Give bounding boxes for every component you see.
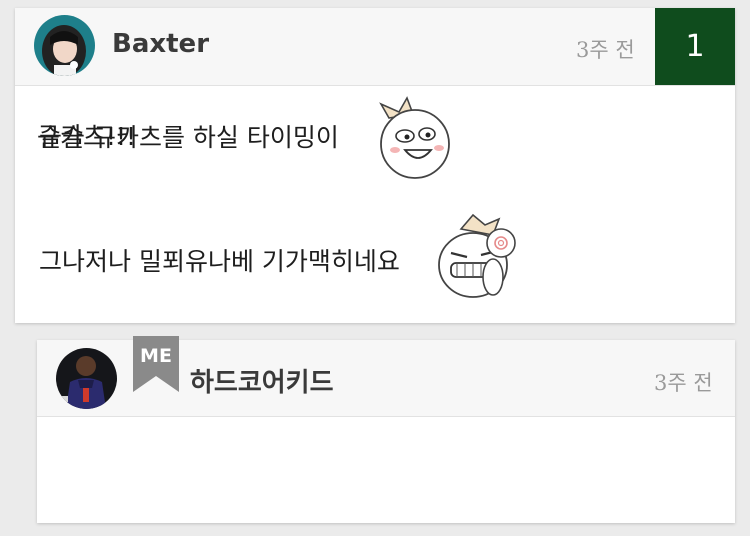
laughing-face-emoticon bbox=[427, 205, 523, 305]
reply-text: 규카츠!!! bbox=[37, 122, 137, 151]
avatar-image bbox=[34, 15, 95, 76]
grinning-face-emoticon bbox=[373, 92, 453, 182]
like-count-badge[interactable]: 1 bbox=[655, 8, 735, 85]
username[interactable]: Baxter bbox=[112, 29, 209, 59]
timestamp: 3주 전 bbox=[654, 371, 713, 395]
username[interactable]: 하드코어키드 bbox=[190, 362, 334, 399]
comment-line: 그나저나 밀푀유나베 기가맥히네요 bbox=[39, 247, 400, 276]
avatar-image bbox=[56, 348, 117, 409]
author-me-badge: ME bbox=[133, 336, 181, 394]
comment-header: Baxter 3주 전 1 bbox=[15, 8, 735, 86]
timestamp: 3주 전 bbox=[576, 38, 635, 62]
me-label: ME bbox=[140, 345, 172, 367]
avatar[interactable] bbox=[34, 15, 95, 76]
avatar[interactable] bbox=[56, 348, 117, 409]
